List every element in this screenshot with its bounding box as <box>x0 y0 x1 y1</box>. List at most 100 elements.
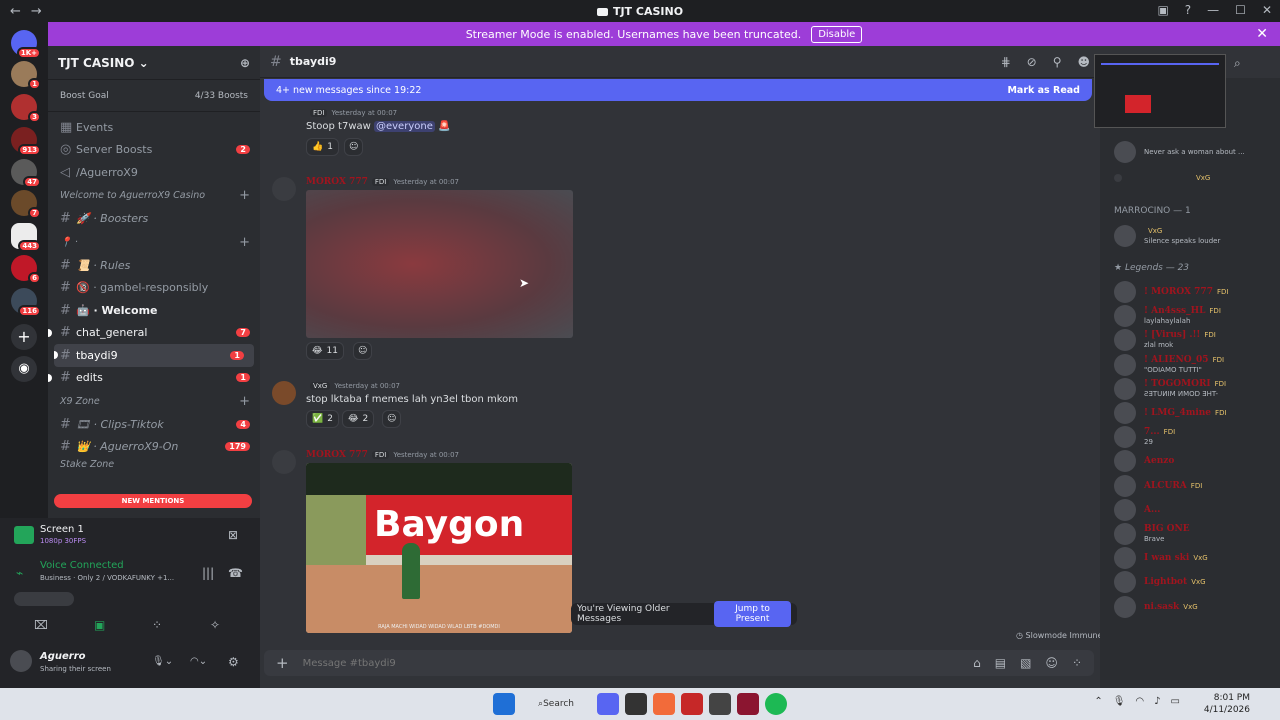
member[interactable]: Never ask a woman about ... <box>1114 140 1245 164</box>
maximize-button[interactable]: ☐ <box>1235 3 1246 17</box>
channel-item[interactable]: # tbaydi9 1 <box>54 344 254 367</box>
member[interactable]: 7... FDI 29 <box>1114 425 1175 449</box>
channel-category[interactable]: Welcome to AguerroX9 Casino + <box>48 184 260 208</box>
member[interactable]: ! LMG_4mine FDI <box>1114 401 1227 425</box>
channel-item[interactable]: # 📜 · Rules <box>48 254 260 277</box>
home-button[interactable]: 1K+ <box>11 30 41 59</box>
reaction-check[interactable]: ✅ 2 <box>306 410 339 428</box>
channel-item[interactable]: # chat_general 7 <box>48 322 260 345</box>
channel-item[interactable]: # 🔞 · gambel-responsibly <box>48 277 260 300</box>
add-channel-icon[interactable]: + <box>239 394 250 409</box>
clock[interactable]: 8:01 PM 4/11/2026 <box>1204 692 1250 716</box>
member[interactable]: ! MOROX 777 FDI <box>1114 280 1228 304</box>
reaction-laugh[interactable]: 😂 2 <box>342 410 375 428</box>
disable-button[interactable]: Disable <box>811 25 863 43</box>
spotify-icon[interactable] <box>765 693 787 715</box>
volume-icon[interactable]: ♪ <box>1154 696 1160 707</box>
voice-channel[interactable]: Business · Only 2 / VODKAFUNKY +1... <box>40 574 174 582</box>
member[interactable]: ALCURA FDI <box>1114 474 1202 498</box>
noise-icon[interactable]: ||| <box>202 566 214 580</box>
server-icon-active[interactable]: 443 <box>11 223 41 252</box>
search-icon[interactable]: ⌕ <box>1234 56 1241 71</box>
members-icon[interactable]: ☻ <box>1077 55 1090 69</box>
close-button[interactable]: ✕ <box>1262 3 1272 17</box>
help-icon[interactable]: ? <box>1185 3 1191 17</box>
server-header[interactable]: TJT CASINO ⌄ ⊕ <box>48 46 260 80</box>
gift-icon[interactable]: ⌂ <box>973 656 981 670</box>
headphones-icon[interactable]: ◠⌄ <box>190 656 207 667</box>
brave-icon[interactable] <box>653 693 675 715</box>
mention[interactable]: @everyone <box>373 121 435 132</box>
acrobat-icon[interactable] <box>681 693 703 715</box>
member[interactable]: ! [Virus] .!! FDI zlal mok <box>1114 328 1216 352</box>
channel-category[interactable]: 📍 · + <box>48 230 260 254</box>
battery-icon[interactable]: ▭ <box>1171 696 1180 707</box>
forward-icon[interactable]: → <box>31 4 42 19</box>
app-icon[interactable] <box>737 693 759 715</box>
reaction-laugh[interactable]: 😂 11 <box>306 342 344 360</box>
member[interactable]: ni.sask VxG <box>1114 595 1198 619</box>
stop-stream-icon[interactable]: ⊠ <box>228 528 238 542</box>
server-icon[interactable]: 1 <box>11 61 41 90</box>
windows-start-icon[interactable] <box>493 693 515 715</box>
member[interactable]: ! An4sss_HL FDI laylahaylalah <box>1114 304 1221 328</box>
add-reaction-icon[interactable]: ☺ <box>344 138 364 156</box>
member[interactable]: A... <box>1114 498 1160 522</box>
camera-off-icon[interactable]: ⌧ <box>34 618 48 632</box>
discord-icon[interactable] <box>597 693 619 715</box>
add-reaction-icon[interactable]: ☺ <box>353 342 373 360</box>
notification-bell-icon[interactable]: ⊘ <box>1027 55 1037 69</box>
add-channel-icon[interactable]: + <box>239 235 250 250</box>
channel-item[interactable]: ◁ /AguerroX9 <box>48 161 260 184</box>
media-attachment[interactable]: Baygon RAJA MACHI WIDAD WIDAD WLAD LBTB … <box>306 463 572 633</box>
server-icon[interactable]: 47 <box>11 159 41 188</box>
app-icon[interactable] <box>625 693 647 715</box>
member[interactable]: ! TOGOMORI FDI ƧƎTUИIM ИMOD ƎHT- <box>1114 377 1226 401</box>
new-messages-bar[interactable]: 4+ new messages since 19:22 Mark as Read <box>264 79 1092 101</box>
add-reaction-icon[interactable]: ☺ <box>382 410 402 428</box>
server-folder[interactable]: 116 <box>11 288 41 317</box>
app-icon[interactable] <box>709 693 731 715</box>
channel-category[interactable]: Stake Zone <box>48 458 260 470</box>
soundboard-icon[interactable]: ✧ <box>210 618 220 632</box>
message-author[interactable]: MOROX 777 <box>306 450 368 460</box>
new-mentions-button[interactable]: NEW MENTIONS <box>54 494 252 508</box>
jump-to-present-button[interactable]: Jump to Present <box>714 601 791 627</box>
sticker-icon[interactable]: ▧ <box>1020 656 1031 670</box>
gif-icon[interactable]: ▤ <box>995 656 1006 670</box>
close-icon[interactable]: ✕ <box>1256 26 1268 42</box>
add-member-icon[interactable]: ⊕ <box>240 56 250 70</box>
message-author[interactable]: MOROX 777 <box>306 177 368 187</box>
wifi-icon[interactable]: ◠ <box>1135 696 1144 707</box>
add-server-icon[interactable]: + <box>11 324 37 350</box>
activities-icon[interactable]: ⁘ <box>152 618 162 632</box>
add-channel-icon[interactable]: + <box>239 188 250 203</box>
channel-item[interactable]: # 🤖 · Welcome <box>48 299 260 322</box>
sidebar-item[interactable]: ▦ Events <box>48 116 260 139</box>
disconnect-icon[interactable]: ☎ <box>228 566 243 580</box>
channel-category[interactable]: X9 Zone + <box>48 389 260 413</box>
message-input[interactable] <box>302 657 974 669</box>
minimize-button[interactable]: — <box>1207 3 1219 17</box>
emoji-icon[interactable]: ☺ <box>1045 656 1058 670</box>
server-icon[interactable]: 913 <box>11 127 41 156</box>
member[interactable]: BIG ONE Brave <box>1114 522 1190 546</box>
member[interactable]: ! ALIENO_05 FDI "ODIAMO TUTTI" <box>1114 353 1224 377</box>
inbox-icon[interactable]: ▣ <box>1157 3 1168 17</box>
server-icon[interactable]: 3 <box>11 94 41 123</box>
member[interactable]: I wan ski VxG <box>1114 546 1208 570</box>
settings-gear-icon[interactable]: ⚙ <box>228 655 239 669</box>
member[interactable]: VxG <box>1114 166 1210 190</box>
attach-plus-icon[interactable]: + <box>276 654 289 672</box>
sidebar-item[interactable]: ◎ Server Boosts 2 <box>48 139 260 162</box>
mic-icon[interactable]: 🎙 <box>1113 696 1126 707</box>
media-attachment[interactable] <box>306 190 573 338</box>
taskbar-search[interactable]: ⌕ Search <box>526 693 586 715</box>
stream-preview[interactable] <box>1094 54 1226 128</box>
server-icon[interactable]: 6 <box>11 255 41 284</box>
avatar[interactable] <box>272 177 296 201</box>
member[interactable]: Lightbot VxG <box>1114 570 1206 594</box>
apps-icon[interactable]: ⁘ <box>1072 656 1082 670</box>
mic-icon[interactable]: 🎙⌄ <box>152 656 173 667</box>
avatar[interactable] <box>10 650 32 672</box>
